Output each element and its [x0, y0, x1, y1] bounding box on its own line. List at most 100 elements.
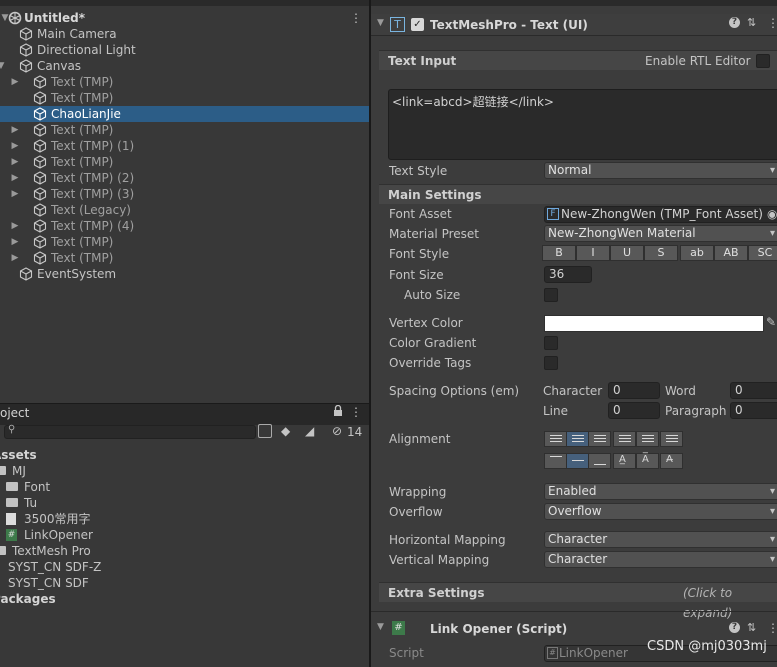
- hierarchy-item[interactable]: Main Camera: [0, 26, 369, 42]
- vertical-mapping-dropdown[interactable]: Character: [544, 551, 777, 568]
- presets-icon[interactable]: ⇅: [747, 621, 756, 634]
- character-spacing-input[interactable]: 0: [608, 382, 660, 399]
- text-input-area[interactable]: <link=abcd>超链接</link>: [388, 89, 777, 160]
- hierarchy-item[interactable]: Directional Light: [0, 42, 369, 58]
- filter-by-type-icon[interactable]: [258, 424, 272, 438]
- more-menu-icon[interactable]: ⋮: [350, 405, 362, 419]
- more-menu-icon[interactable]: ⋮: [767, 621, 777, 635]
- extra-settings-header[interactable]: Extra Settings (Click to expand): [379, 582, 777, 620]
- hierarchy-item[interactable]: ▶ Text (TMP) (4): [0, 218, 369, 234]
- chevron-right-icon[interactable]: ▶: [10, 218, 20, 234]
- project-item[interactable]: TextMesh Pro: [0, 543, 369, 559]
- chevron-right-icon[interactable]: ▶: [10, 250, 20, 266]
- hierarchy-item[interactable]: ▶ Text (TMP) (2): [0, 170, 369, 186]
- overflow-dropdown[interactable]: Overflow: [544, 503, 777, 520]
- chevron-down-icon[interactable]: ▼: [377, 622, 384, 632]
- filter-by-label-icon[interactable]: ◆: [281, 424, 290, 438]
- object-picker-icon[interactable]: ◉: [767, 207, 777, 222]
- more-menu-icon[interactable]: ⋮: [767, 16, 777, 30]
- align-flush-button[interactable]: [636, 431, 659, 447]
- font-style-button[interactable]: AB: [714, 245, 748, 261]
- scene-row[interactable]: ▼ Untitled* ⋮: [0, 10, 369, 26]
- color-gradient-checkbox[interactable]: [544, 336, 558, 350]
- project-item[interactable]: # LinkOpener: [0, 527, 369, 543]
- horizontal-mapping-dropdown[interactable]: Character: [544, 531, 777, 548]
- hierarchy-item[interactable]: ChaoLianJie: [0, 106, 369, 122]
- lock-icon[interactable]: [333, 404, 343, 420]
- project-item[interactable]: Packages: [0, 591, 369, 607]
- vertex-color-swatch[interactable]: [544, 315, 764, 332]
- hierarchy-item[interactable]: ▶ Text (TMP): [0, 234, 369, 250]
- project-item[interactable]: Font: [0, 479, 369, 495]
- text-style-dropdown[interactable]: Normal: [544, 162, 777, 179]
- project-search-input[interactable]: ⚲: [4, 424, 256, 439]
- font-style-button[interactable]: I: [576, 245, 610, 261]
- align-right-button[interactable]: [588, 431, 611, 447]
- align-top-button[interactable]: [544, 453, 567, 469]
- font-style-button[interactable]: U: [610, 245, 644, 261]
- align-midline-button[interactable]: A̅: [636, 453, 659, 469]
- hierarchy-item-label: Text (TMP) (1): [51, 139, 135, 153]
- auto-size-checkbox[interactable]: [544, 288, 558, 302]
- align-bottom-button[interactable]: [588, 453, 611, 469]
- project-item[interactable]: 3500常用字: [0, 511, 369, 527]
- override-tags-checkbox[interactable]: [544, 356, 558, 370]
- align-justified-button[interactable]: [613, 431, 636, 447]
- font-style-button[interactable]: ab: [680, 245, 714, 261]
- eye-hidden-icon[interactable]: ⊘: [332, 424, 342, 438]
- font-size-input[interactable]: 36: [544, 266, 592, 283]
- hierarchy-item[interactable]: ▶ Text (TMP) (3): [0, 186, 369, 202]
- enabled-checkbox[interactable]: ✓: [411, 18, 424, 31]
- rtl-editor-checkbox[interactable]: [756, 54, 770, 68]
- project-item[interactable]: MJ: [0, 463, 369, 479]
- align-baseline-button[interactable]: A̲: [613, 453, 636, 469]
- hierarchy-item[interactable]: ▶ Text (TMP): [0, 154, 369, 170]
- chevron-right-icon[interactable]: ▶: [10, 186, 20, 202]
- help-icon[interactable]: ?: [729, 622, 740, 633]
- component-header[interactable]: ▼ T ✓ TextMeshPro - Text (UI) ? ⇅ ⋮: [371, 14, 777, 36]
- hierarchy-item[interactable]: Text (TMP): [0, 90, 369, 106]
- hierarchy-item[interactable]: ▼ Canvas: [0, 58, 369, 74]
- paragraph-spacing-input[interactable]: 0: [730, 402, 777, 419]
- align-center-button[interactable]: [566, 431, 589, 447]
- chevron-right-icon[interactable]: ▶: [10, 154, 20, 170]
- line-spacing-input[interactable]: 0: [608, 402, 660, 419]
- project-item[interactable]: Tu: [0, 495, 369, 511]
- chevron-right-icon[interactable]: ▶: [10, 74, 20, 90]
- chevron-right-icon[interactable]: ▶: [10, 138, 20, 154]
- hierarchy-item[interactable]: ▶ Text (TMP): [0, 122, 369, 138]
- font-asset-field[interactable]: F New-ZhongWen (TMP_Font Asset) ◉: [544, 206, 777, 223]
- project-item[interactable]: SYST_CN SDF: [0, 575, 369, 591]
- chevron-right-icon[interactable]: ▶: [10, 122, 20, 138]
- hierarchy-item[interactable]: EventSystem: [0, 266, 369, 282]
- tag-icon[interactable]: ◢: [305, 424, 314, 438]
- presets-icon[interactable]: ⇅: [747, 16, 756, 29]
- chevron-down-icon[interactable]: ▼: [377, 18, 384, 28]
- wrapping-dropdown[interactable]: Enabled: [544, 483, 777, 500]
- help-icon[interactable]: ?: [729, 17, 740, 28]
- hierarchy-item[interactable]: Text (Legacy): [0, 202, 369, 218]
- align-geometry-center-button[interactable]: [660, 431, 683, 447]
- project-item[interactable]: SYST_CN SDF-Z: [0, 559, 369, 575]
- more-menu-icon[interactable]: ⋮: [350, 10, 362, 26]
- project-item[interactable]: Assets: [0, 447, 369, 463]
- script-component-header[interactable]: ▼ # Link Opener (Script) ? ⇅ ⋮: [371, 619, 777, 641]
- chevron-down-icon[interactable]: ▼: [0, 58, 6, 74]
- font-style-button[interactable]: S: [644, 245, 678, 261]
- tab-project[interactable]: oject: [0, 406, 29, 420]
- align-capline-button[interactable]: A̶: [660, 453, 683, 469]
- hierarchy-item[interactable]: ▶ Text (TMP): [0, 74, 369, 90]
- font-style-button[interactable]: SC: [748, 245, 777, 261]
- hierarchy-item[interactable]: ▶ Text (TMP): [0, 250, 369, 266]
- eyedropper-icon[interactable]: ✎: [766, 315, 776, 329]
- material-preset-dropdown[interactable]: New-ZhongWen Material: [544, 225, 777, 242]
- align-left-button[interactable]: [544, 431, 567, 447]
- hierarchy-item[interactable]: ▶ Text (TMP) (1): [0, 138, 369, 154]
- word-spacing-input[interactable]: 0: [730, 382, 777, 399]
- text-input-value[interactable]: <link=abcd>超链接</link>: [392, 93, 554, 110]
- font-style-button[interactable]: B: [542, 245, 576, 261]
- chevron-right-icon[interactable]: ▶: [10, 170, 20, 186]
- align-middle-button[interactable]: [566, 453, 589, 469]
- chevron-right-icon[interactable]: ▶: [10, 234, 20, 250]
- search-icon: ⚲: [8, 424, 16, 435]
